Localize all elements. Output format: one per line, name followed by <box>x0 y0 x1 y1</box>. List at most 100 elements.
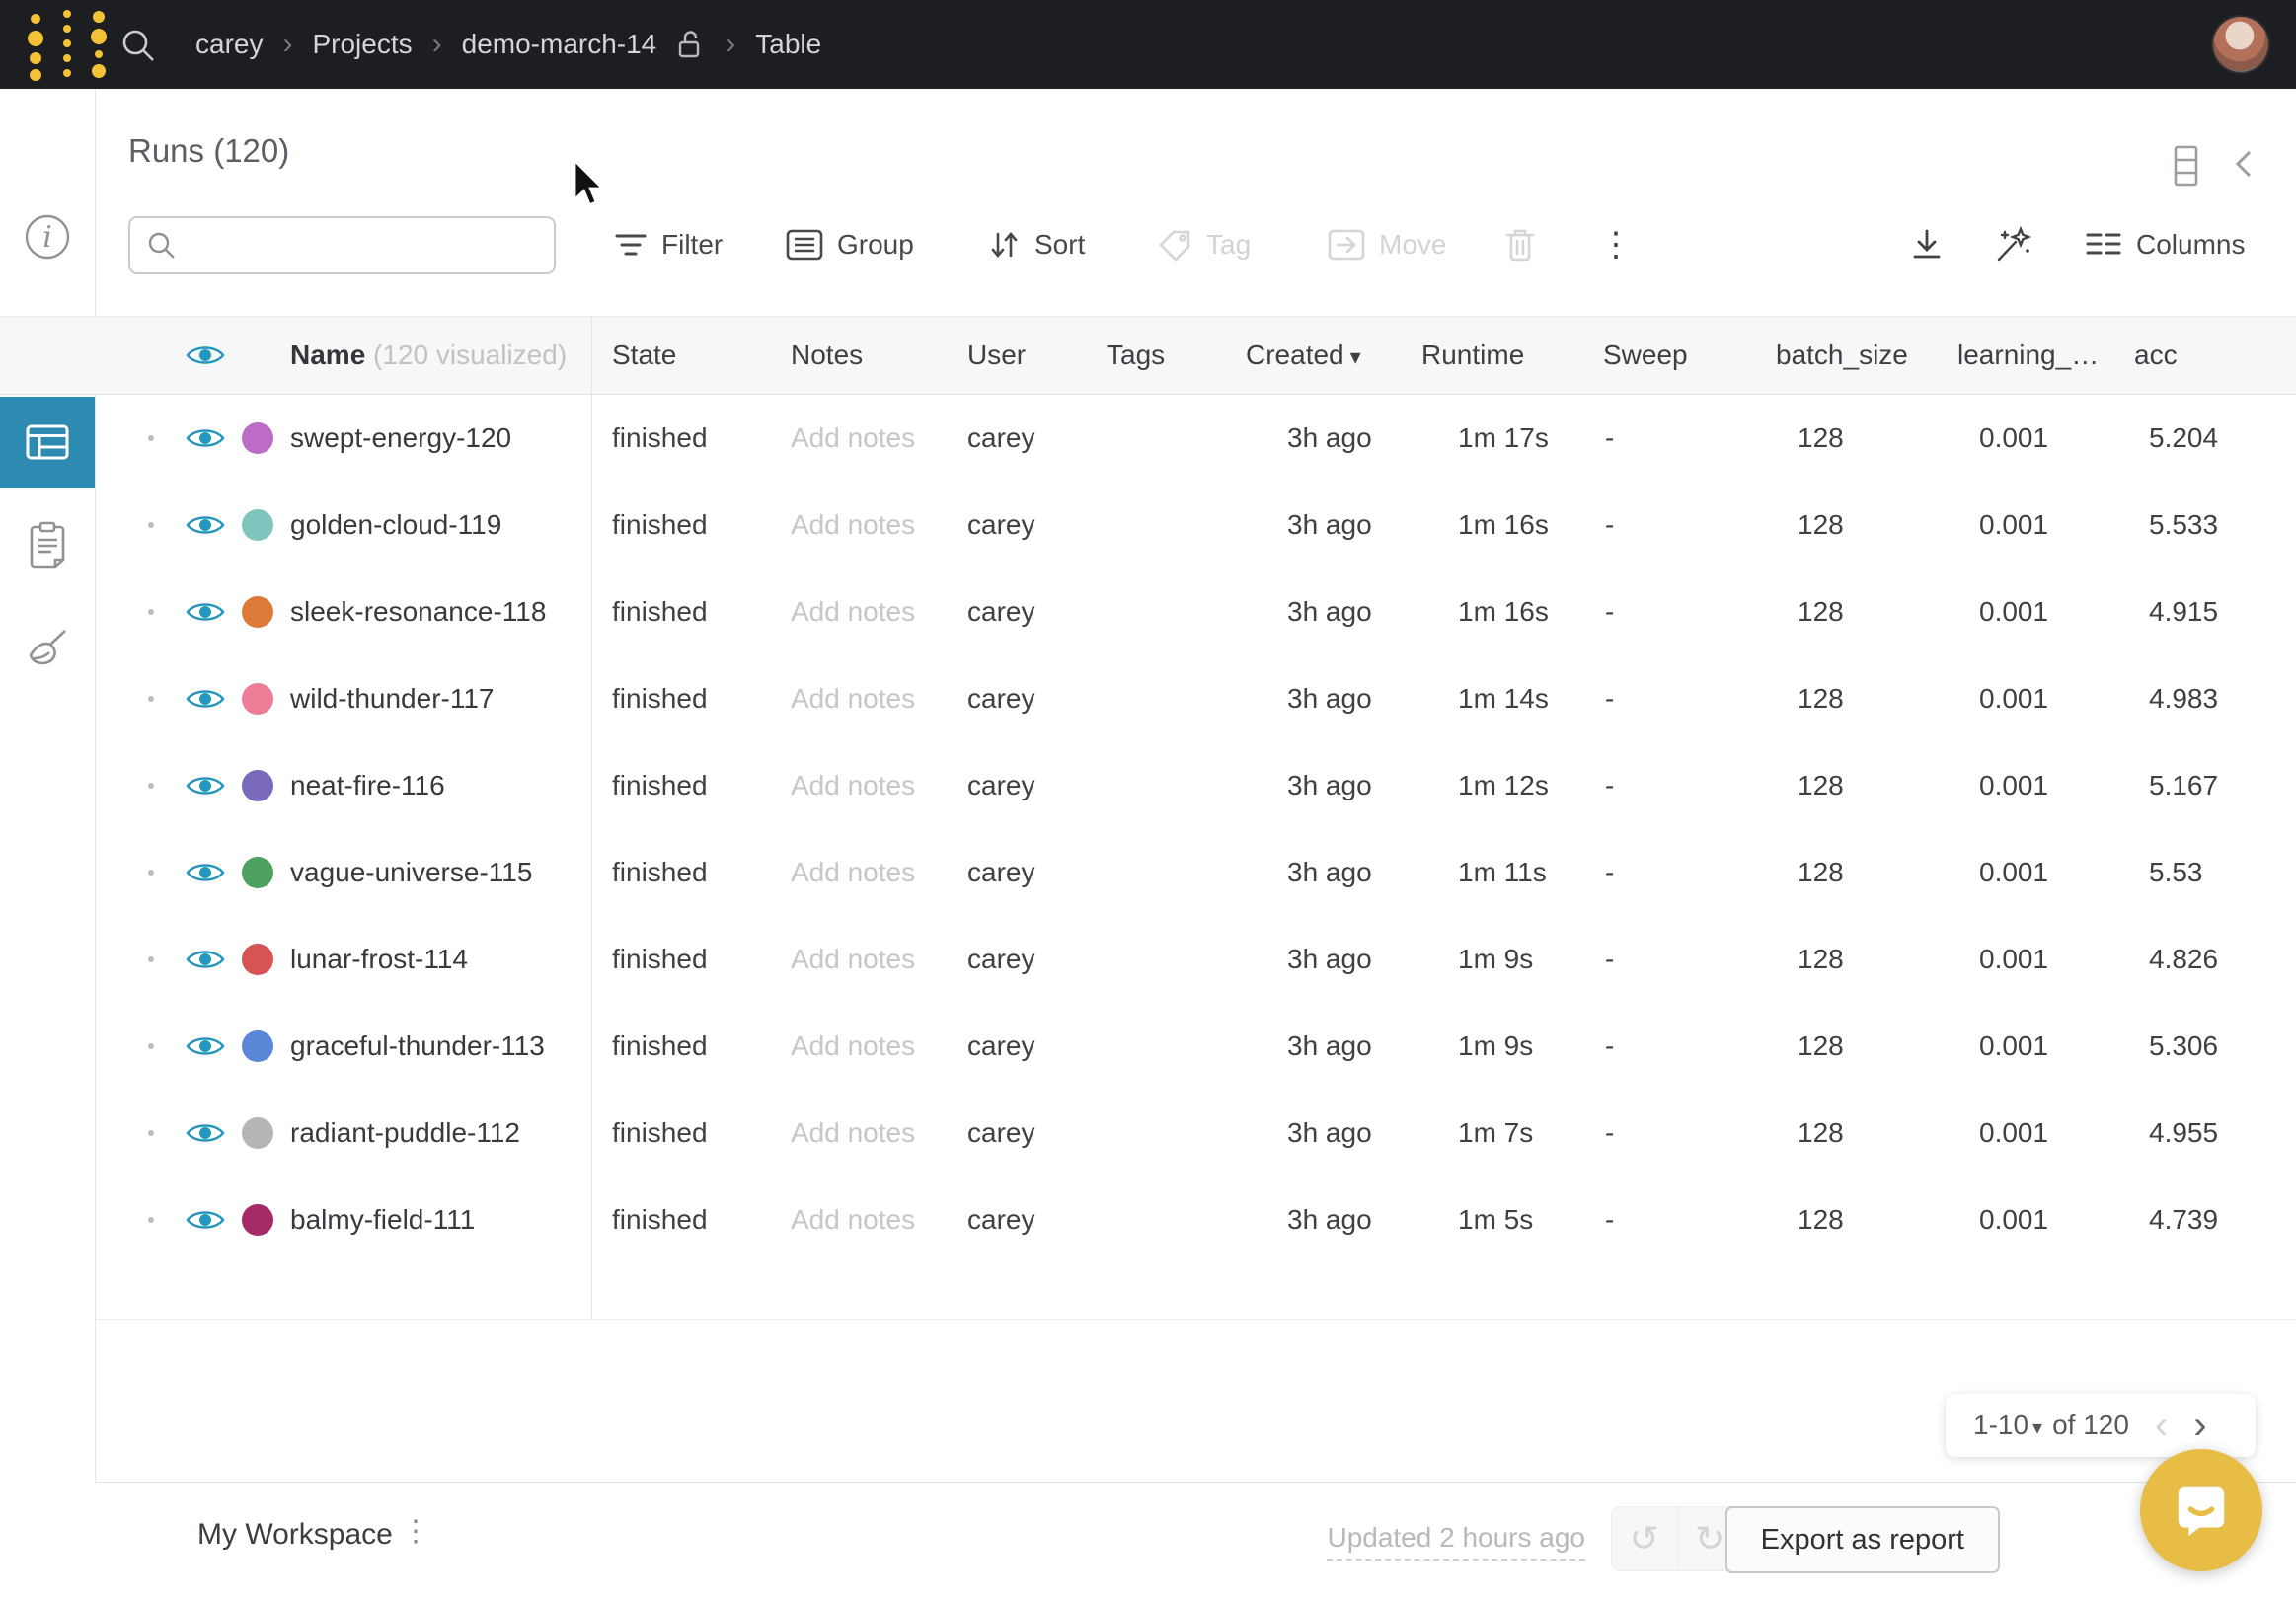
row-drag-handle[interactable] <box>148 1043 154 1049</box>
export-as-report-button[interactable]: Export as report <box>1725 1506 2000 1573</box>
header-name[interactable]: Name (120 visualized) <box>290 340 567 371</box>
workspace-menu-kebab-icon[interactable]: ⋮ <box>401 1514 430 1549</box>
row-drag-handle[interactable] <box>148 696 154 702</box>
updated-timestamp-link[interactable]: Updated 2 hours ago <box>1327 1522 1585 1561</box>
header-state[interactable]: State <box>612 340 676 371</box>
row-drag-handle[interactable] <box>148 870 154 876</box>
run-acc: 4.826 <box>2149 944 2218 975</box>
add-notes-placeholder[interactable]: Add notes <box>791 857 915 888</box>
row-drag-handle[interactable] <box>148 522 154 528</box>
run-name-link[interactable]: graceful-thunder-113 <box>290 1030 545 1062</box>
table-header: Name (120 visualized) State Notes User T… <box>0 316 2296 395</box>
run-created: 3h ago <box>1287 1030 1372 1062</box>
run-acc: 5.167 <box>2149 770 2218 801</box>
row-drag-handle[interactable] <box>148 609 154 615</box>
run-name-link[interactable]: swept-energy-120 <box>290 422 511 454</box>
runs-search-input[interactable] <box>190 229 554 262</box>
visibility-eye-icon[interactable] <box>186 512 225 539</box>
run-name-link[interactable]: lunar-frost-114 <box>290 944 468 975</box>
add-notes-placeholder[interactable]: Add notes <box>791 1030 915 1062</box>
row-drag-handle[interactable] <box>148 435 154 441</box>
add-notes-placeholder[interactable]: Add notes <box>791 422 915 454</box>
row-drag-handle[interactable] <box>148 1130 154 1136</box>
add-notes-placeholder[interactable]: Add notes <box>791 1204 915 1236</box>
tag-button[interactable]: Tag <box>1157 217 1251 272</box>
panel-layout-icon[interactable] <box>2170 144 2203 188</box>
run-name-link[interactable]: vague-universe-115 <box>290 857 532 888</box>
breadcrumb-separator-icon: › <box>282 28 292 61</box>
visibility-eye-icon[interactable] <box>186 599 225 626</box>
add-notes-placeholder[interactable]: Add notes <box>791 596 915 628</box>
delete-button[interactable] <box>1502 217 1538 272</box>
run-batch-size: 128 <box>1798 596 1844 628</box>
page-range-dropdown[interactable]: 1-10▾ <box>1973 1409 2052 1441</box>
row-drag-handle[interactable] <box>148 783 154 789</box>
prev-page-chevron[interactable]: ‹ <box>2155 1406 2168 1445</box>
run-state: finished <box>612 770 708 801</box>
columns-button[interactable]: Columns <box>2085 217 2245 272</box>
header-learning-rate[interactable]: learning_… <box>1957 340 2099 371</box>
header-runtime[interactable]: Runtime <box>1421 340 1524 371</box>
run-state: finished <box>612 857 708 888</box>
run-learning-rate: 0.001 <box>1979 1204 2048 1236</box>
run-name-link[interactable]: wild-thunder-117 <box>290 683 495 715</box>
row-drag-handle[interactable] <box>148 956 154 962</box>
run-name-link[interactable]: sleek-resonance-118 <box>290 596 546 628</box>
name-column-divider <box>591 316 592 1319</box>
header-batch-size[interactable]: batch_size <box>1776 340 1908 371</box>
breadcrumb-page[interactable]: Table <box>755 29 821 60</box>
run-name-link[interactable]: golden-cloud-119 <box>290 509 501 541</box>
next-page-chevron[interactable]: › <box>2193 1406 2206 1445</box>
header-name-label: Name <box>290 340 365 370</box>
global-search-icon[interactable] <box>118 26 158 65</box>
pagination: 1-10▾ of 120 ‹ › <box>1946 1394 2256 1457</box>
visibility-eye-icon[interactable] <box>186 947 225 973</box>
header-acc[interactable]: acc <box>2134 340 2178 371</box>
visibility-eye-icon[interactable] <box>186 1207 225 1234</box>
magic-wand-button[interactable] <box>1994 217 2033 272</box>
sidebar-item-overview[interactable]: i <box>0 192 95 281</box>
run-name-link[interactable]: neat-fire-116 <box>290 770 445 801</box>
header-created[interactable]: Created▾ <box>1246 340 1361 371</box>
visibility-eye-icon[interactable] <box>186 1033 225 1060</box>
breadcrumb-project[interactable]: demo-march-14 <box>462 29 657 60</box>
add-notes-placeholder[interactable]: Add notes <box>791 683 915 715</box>
visibility-eye-icon[interactable] <box>186 686 225 713</box>
run-name-link[interactable]: balmy-field-111 <box>290 1204 475 1236</box>
collapse-panel-chevron-icon[interactable] <box>2231 144 2257 188</box>
run-acc: 4.955 <box>2149 1117 2218 1149</box>
export-csv-button[interactable] <box>1909 217 1945 272</box>
run-created: 3h ago <box>1287 944 1372 975</box>
breadcrumb-entity[interactable]: carey <box>195 29 263 60</box>
move-button[interactable]: Move <box>1328 217 1446 272</box>
breadcrumb: carey › Projects › demo-march-14 › Table <box>195 0 821 89</box>
header-user[interactable]: User <box>967 340 1026 371</box>
sort-button[interactable]: Sort <box>987 217 1085 272</box>
avatar[interactable] <box>2213 17 2268 72</box>
visibility-eye-icon[interactable] <box>186 773 225 800</box>
unlock-icon[interactable] <box>676 29 706 60</box>
more-actions-button[interactable]: ⋮ <box>1599 217 1633 272</box>
wandb-dots-logo[interactable] <box>24 8 111 81</box>
run-created: 3h ago <box>1287 1204 1372 1236</box>
run-name-link[interactable]: radiant-puddle-112 <box>290 1117 520 1149</box>
row-drag-handle[interactable] <box>148 1217 154 1223</box>
add-notes-placeholder[interactable]: Add notes <box>791 509 915 541</box>
header-sweep[interactable]: Sweep <box>1603 340 1688 371</box>
filter-button[interactable]: Filter <box>614 217 723 272</box>
group-button[interactable]: Group <box>786 217 914 272</box>
add-notes-placeholder[interactable]: Add notes <box>791 770 915 801</box>
header-tags[interactable]: Tags <box>1107 340 1165 371</box>
history-controls: ↺ ↻ <box>1611 1506 1743 1571</box>
breadcrumb-projects[interactable]: Projects <box>312 29 412 60</box>
visibility-eye-icon[interactable] <box>186 860 225 886</box>
visibility-eye-icon[interactable] <box>186 343 225 369</box>
visibility-eye-icon[interactable] <box>186 1120 225 1147</box>
header-notes[interactable]: Notes <box>791 340 863 371</box>
runs-search-box <box>128 216 556 274</box>
add-notes-placeholder[interactable]: Add notes <box>791 944 915 975</box>
undo-icon[interactable]: ↺ <box>1612 1507 1678 1570</box>
visibility-eye-icon[interactable] <box>186 425 225 452</box>
add-notes-placeholder[interactable]: Add notes <box>791 1117 915 1149</box>
chat-support-button[interactable] <box>2140 1449 2262 1571</box>
